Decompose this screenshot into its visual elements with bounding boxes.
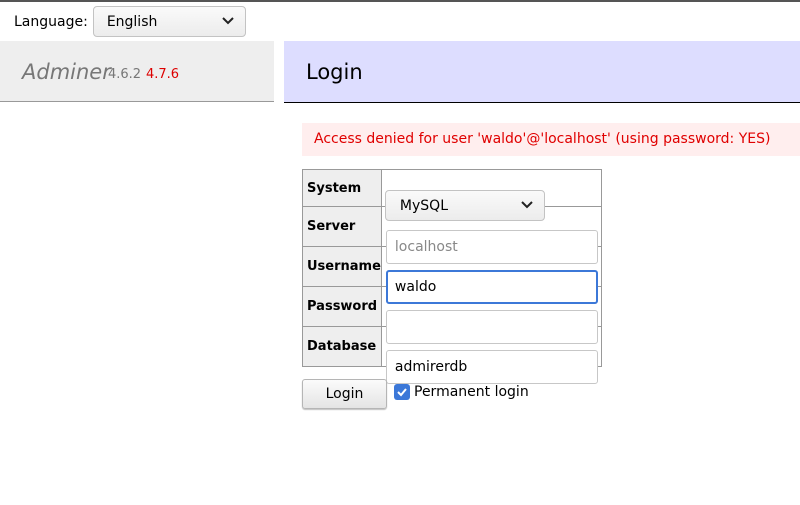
server-label: Server — [302, 206, 382, 247]
chevron-down-icon — [222, 17, 234, 25]
sidebar-header: Adminer 4.6.2 4.7.6 — [0, 41, 274, 102]
system-select-value: MySQL — [399, 197, 448, 214]
current-version: 4.6.2 — [108, 67, 142, 82]
database-input[interactable]: admirerdb — [385, 349, 598, 384]
login-form-table: System MySQL Server localhost Username w… — [302, 169, 602, 384]
chevron-down-icon — [521, 201, 533, 209]
new-version-link[interactable]: 4.7.6 — [146, 67, 179, 82]
content-header: Login — [284, 41, 800, 103]
language-bar: Language: English — [14, 6, 246, 37]
system-select[interactable]: MySQL — [384, 190, 545, 221]
permanent-login-label: Permanent login — [414, 384, 529, 400]
password-input[interactable] — [385, 309, 598, 344]
username-label: Username — [302, 246, 382, 287]
check-icon — [397, 388, 407, 397]
database-label: Database — [302, 326, 382, 367]
page-title: Login — [306, 60, 363, 84]
error-message: Access denied for user 'waldo'@'localhos… — [302, 123, 800, 156]
permanent-login-option[interactable]: Permanent login — [394, 384, 529, 400]
server-input[interactable]: localhost — [385, 229, 598, 264]
app-name-link[interactable]: Adminer — [22, 60, 111, 84]
top-border — [0, 0, 800, 2]
language-select-value: English — [106, 13, 158, 30]
language-select[interactable]: English — [92, 6, 246, 37]
password-label: Password — [302, 286, 382, 327]
language-label: Language: — [14, 13, 88, 30]
username-input[interactable]: waldo — [385, 269, 598, 304]
permanent-login-checkbox[interactable] — [394, 384, 410, 400]
system-label: System — [302, 169, 382, 207]
login-button[interactable]: Login — [302, 379, 387, 409]
